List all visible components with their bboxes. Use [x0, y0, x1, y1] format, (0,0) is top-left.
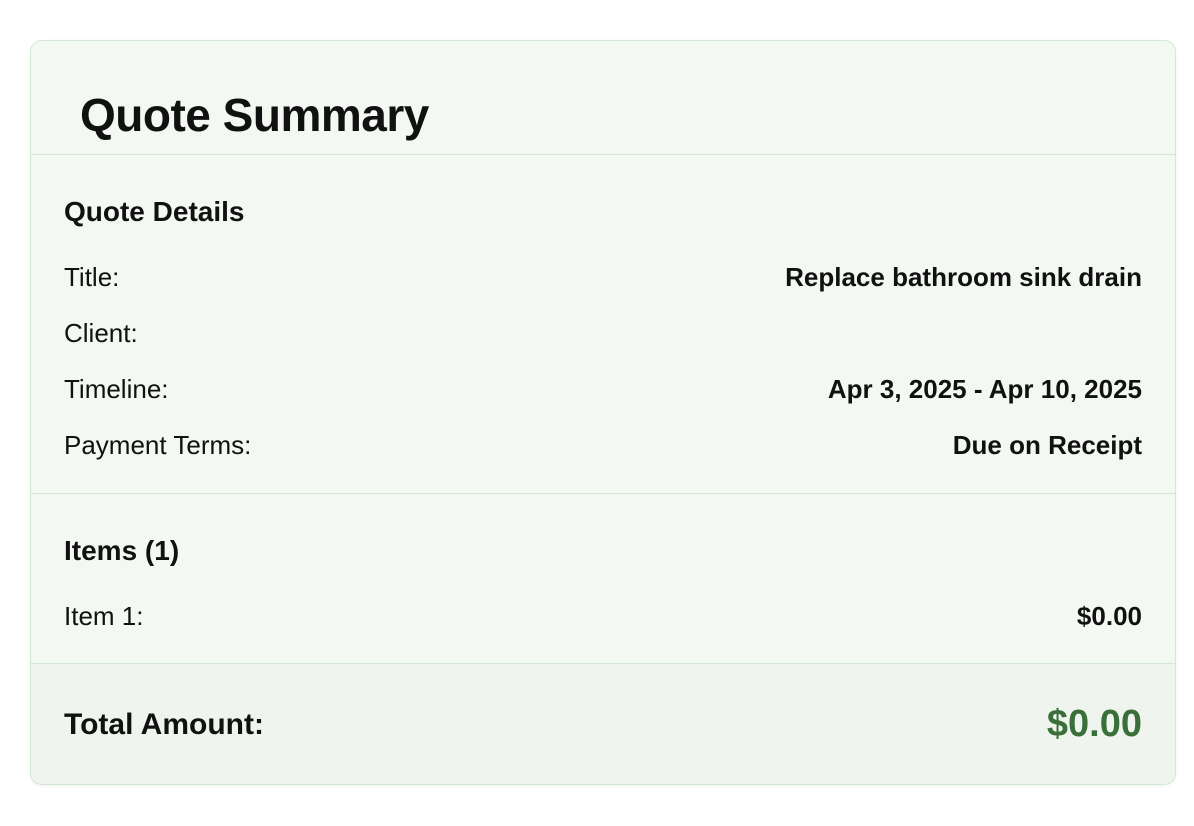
detail-row-timeline: Timeline: Apr 3, 2025 - Apr 10, 2025: [64, 361, 1142, 417]
total-label: Total Amount:: [64, 707, 264, 741]
item-price: $0.00: [1076, 600, 1142, 631]
items-heading: Items (1): [64, 535, 180, 566]
detail-row-payment-terms: Payment Terms: Due on Receipt: [64, 417, 1142, 473]
detail-label: Client:: [64, 317, 138, 348]
detail-row-client: Client:: [64, 305, 1142, 361]
quote-summary-card: Quote Summary Quote Details Title: Repla…: [30, 40, 1176, 785]
detail-label: Payment Terms:: [64, 429, 252, 460]
detail-value: Apr 3, 2025 - Apr 10, 2025: [827, 373, 1142, 404]
item-label: Item 1:: [64, 600, 144, 631]
detail-label: Timeline:: [64, 373, 169, 404]
detail-row-title: Title: Replace bathroom sink drain: [64, 249, 1142, 305]
quote-details-section: Quote Details Title: Replace bathroom si…: [31, 155, 1175, 494]
detail-value: Replace bathroom sink drain: [785, 261, 1142, 292]
items-section: Items (1) Item 1: $0.00: [31, 494, 1175, 664]
quote-details-heading: Quote Details: [64, 196, 245, 227]
item-row: Item 1: $0.00: [64, 588, 1142, 644]
card-header: Quote Summary: [31, 41, 1175, 155]
total-amount: $0.00: [1046, 703, 1142, 745]
detail-label: Title:: [64, 261, 120, 292]
page-title: Quote Summary: [80, 89, 429, 141]
total-section: Total Amount: $0.00: [31, 664, 1175, 784]
detail-value: Due on Receipt: [952, 429, 1142, 460]
